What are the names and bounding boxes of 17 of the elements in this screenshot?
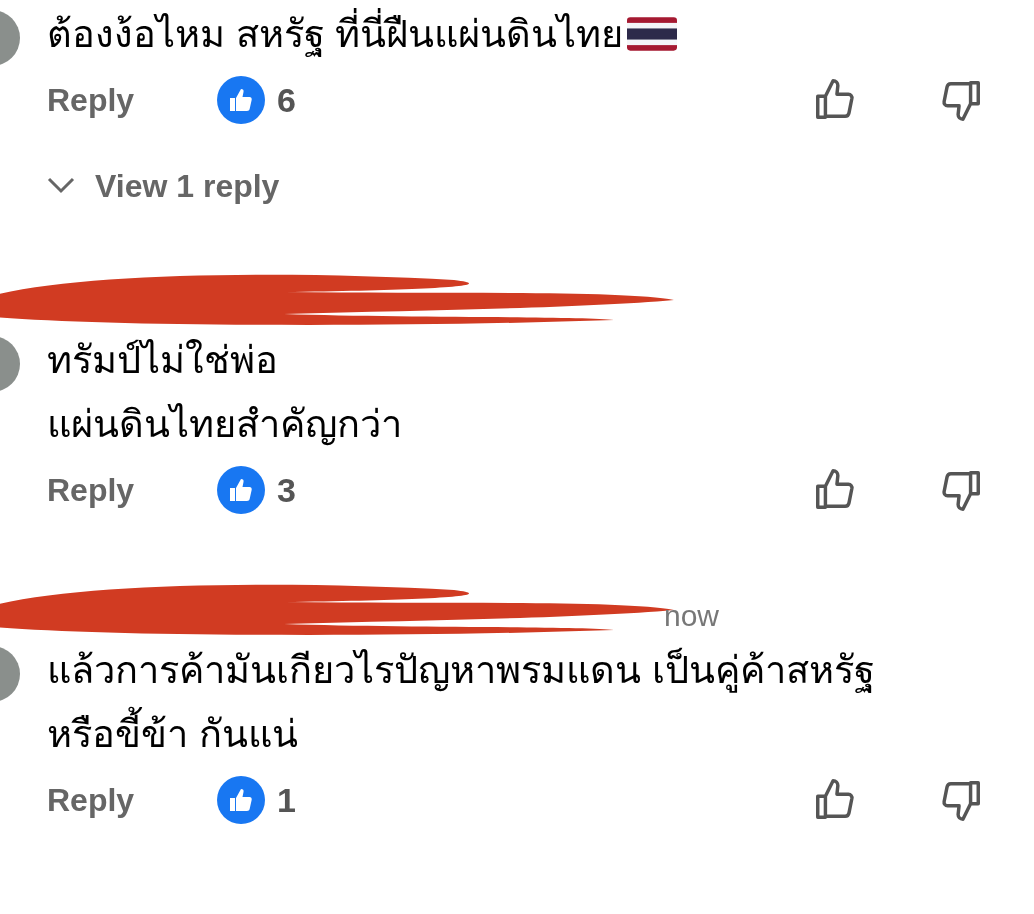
like-reaction-icon xyxy=(217,776,265,824)
like-reaction-icon xyxy=(217,76,265,124)
like-count: 3 xyxy=(277,469,296,511)
reply-link[interactable]: Reply xyxy=(47,776,217,824)
like-reaction-icon xyxy=(217,466,265,514)
comment-text: ต้องง้อไหม สหรัฐ ที่นี่ฝืนแผ่นดินไทย xyxy=(47,2,624,66)
comment-text: ทรัมป์ไม่ใช่พ่อ xyxy=(47,338,278,383)
timestamp: now xyxy=(664,598,720,634)
comment-text: หรือขี้ข้า กันแน่ xyxy=(47,702,298,766)
view-replies-button[interactable]: View 1 reply xyxy=(47,162,280,210)
reply-link[interactable]: Reply xyxy=(47,466,217,514)
like-count: 1 xyxy=(277,779,296,821)
reply-link[interactable]: Reply xyxy=(47,76,217,124)
like-count: 6 xyxy=(277,79,296,121)
comment-text: แล้วการค้ามันเกียวไรปัญหาพรมแดน เป็นคู่ค้าสหรัฐ xyxy=(47,646,875,695)
chevron-down-icon xyxy=(47,177,75,195)
comment-text: แผ่นดินไทยสำคัญกว่า xyxy=(47,402,402,448)
